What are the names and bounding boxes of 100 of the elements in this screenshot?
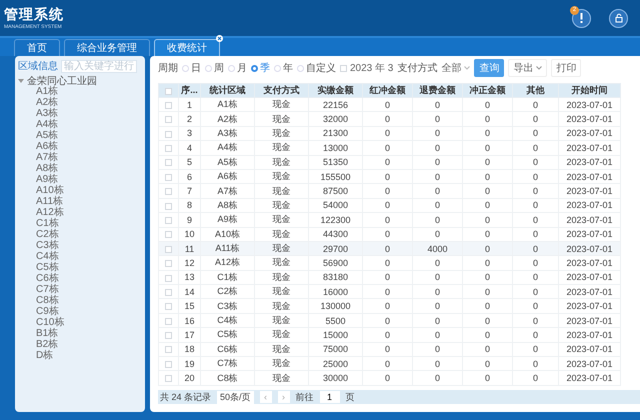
checkbox[interactable]: [165, 375, 172, 382]
table-cell: 2023-07-01: [558, 112, 620, 126]
period-radio[interactable]: 自定义: [297, 61, 336, 75]
period-radio[interactable]: 年: [274, 61, 293, 75]
tree-item[interactable]: C5栋: [18, 262, 142, 273]
tree-item[interactable]: C10栋: [18, 317, 142, 328]
table-cell: 44300: [308, 227, 362, 242]
tree-item[interactable]: A3栋: [18, 108, 142, 119]
checkbox[interactable]: [165, 130, 172, 138]
tree-item[interactable]: A12栋: [18, 207, 142, 218]
checkbox[interactable]: [165, 159, 172, 166]
period-radio[interactable]: 日: [182, 61, 201, 75]
table-cell: A9栋: [200, 212, 254, 228]
period-radio[interactable]: 季: [251, 61, 270, 75]
table-cell: 现金: [254, 184, 308, 198]
query-button[interactable]: 查询: [474, 59, 504, 77]
tree-item[interactable]: A4栋: [18, 119, 142, 130]
close-icon[interactable]: [216, 35, 223, 42]
nav-tab[interactable]: 综合业务管理: [64, 39, 150, 56]
table-cell: 2023-07-01: [558, 256, 620, 270]
payment-label: 支付方式: [397, 62, 438, 75]
payment-select[interactable]: 全部: [441, 61, 470, 75]
nav-tab[interactable]: 首页: [14, 39, 60, 56]
tree-item[interactable]: A1栋: [18, 86, 142, 97]
table-cell: 5: [178, 155, 200, 170]
caret-icon[interactable]: [18, 78, 24, 82]
checkbox[interactable]: [165, 274, 172, 282]
tree-item[interactable]: C2栋: [18, 229, 142, 240]
tree-item[interactable]: B2栋: [18, 339, 142, 350]
table-cell: 0: [512, 370, 558, 386]
checkbox[interactable]: [165, 216, 172, 224]
tree-item[interactable]: C6栋: [18, 273, 142, 284]
lock-button[interactable]: [609, 8, 628, 28]
checkbox[interactable]: [165, 102, 172, 109]
table-cell: 0: [462, 256, 512, 270]
tree-item[interactable]: C4栋: [18, 251, 142, 262]
table-cell: A5栋: [200, 155, 254, 170]
table-cell: 0: [362, 370, 412, 386]
checkbox[interactable]: [165, 116, 172, 124]
table-cell: 0: [462, 184, 512, 198]
table-cell: 0: [412, 140, 462, 156]
tree-item[interactable]: 金荣同心工业园: [27, 74, 97, 88]
tree-item[interactable]: D栋: [18, 350, 142, 361]
page-size-select[interactable]: 50条/页: [217, 390, 254, 404]
tree-item[interactable]: A2栋: [18, 97, 142, 108]
checkbox[interactable]: [165, 202, 172, 210]
checkbox[interactable]: [165, 260, 172, 268]
checkbox[interactable]: [165, 303, 172, 310]
table-cell: 122300: [308, 212, 362, 228]
table-cell: C8栋: [200, 370, 254, 386]
export-button[interactable]: 导出: [508, 59, 548, 77]
page-input[interactable]: 1: [320, 391, 340, 403]
column-header: 开始时间: [558, 84, 620, 98]
column-header: 统计区域: [200, 84, 254, 98]
table-cell: 0: [462, 155, 512, 170]
tree-item[interactable]: C8栋: [18, 295, 142, 306]
tree-item[interactable]: C1栋: [18, 218, 142, 229]
tree-item[interactable]: B1栋: [18, 328, 142, 339]
tree-item[interactable]: A7栋: [18, 152, 142, 163]
checkbox[interactable]: [165, 88, 172, 95]
table-cell: 现金: [254, 140, 308, 156]
tree-item[interactable]: A5栋: [18, 130, 142, 141]
checkbox[interactable]: [165, 332, 172, 340]
tree-item[interactable]: A11栋: [18, 196, 142, 207]
table-cell: A7栋: [200, 184, 254, 198]
tree-item[interactable]: A8栋: [18, 163, 142, 174]
goto-label: 前往: [296, 390, 314, 404]
tree-item[interactable]: A9栋: [18, 174, 142, 185]
tree-item[interactable]: C7栋: [18, 284, 142, 295]
tree-item[interactable]: A10栋: [18, 185, 142, 196]
table-cell: 12: [178, 256, 200, 270]
tree-item[interactable]: C3栋: [18, 240, 142, 251]
checkbox[interactable]: [165, 360, 172, 368]
lock-icon: [614, 13, 624, 23]
table-cell: 2023-07-01: [558, 328, 620, 342]
period-radio[interactable]: 月: [228, 61, 247, 75]
period-radio[interactable]: 周: [205, 61, 224, 75]
table-cell: 0: [512, 227, 558, 242]
alert-icon: [580, 13, 583, 23]
table-cell: 15000: [308, 328, 362, 342]
checkbox[interactable]: [165, 144, 172, 152]
table-cell: 0: [512, 256, 558, 270]
tree-item[interactable]: A6栋: [18, 141, 142, 152]
column-header: 支付方式: [254, 84, 308, 98]
table-cell: 0: [462, 212, 512, 228]
checkbox[interactable]: [165, 318, 172, 325]
date-field[interactable]: 2023 年 3: [340, 61, 394, 75]
checkbox[interactable]: [165, 174, 172, 181]
checkbox[interactable]: [165, 231, 172, 238]
checkbox[interactable]: [165, 346, 172, 354]
table-cell: 0: [512, 298, 558, 314]
checkbox[interactable]: [165, 246, 172, 253]
table-cell: 32000: [308, 112, 362, 126]
checkbox[interactable]: [165, 188, 172, 196]
checkbox[interactable]: [165, 288, 172, 296]
table-cell: 30000: [308, 370, 362, 386]
tree-item[interactable]: C9栋: [18, 306, 142, 317]
print-button[interactable]: 打印: [551, 59, 582, 77]
table-cell: C5栋: [200, 328, 254, 342]
table-cell: 0: [362, 212, 412, 228]
